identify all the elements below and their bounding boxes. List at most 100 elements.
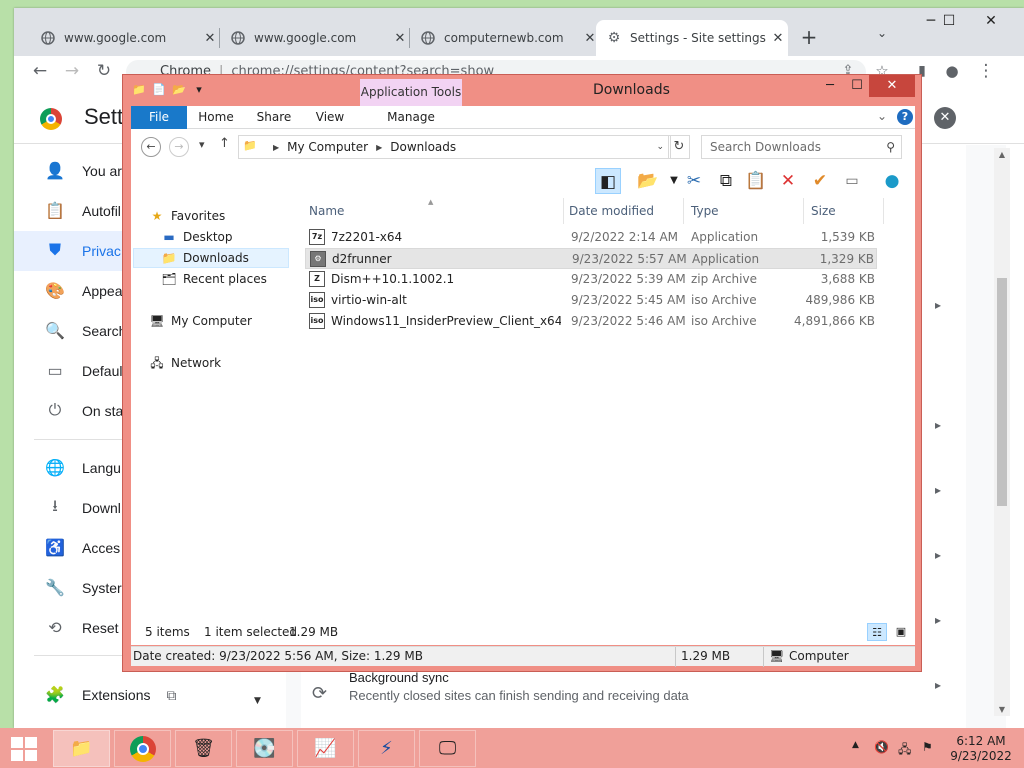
refresh-icon[interactable]: ↻ xyxy=(668,135,690,159)
maximize-icon[interactable]: ☐ xyxy=(849,75,865,97)
row-chevron-icon[interactable]: ▸ xyxy=(935,548,941,562)
back-icon[interactable]: ← xyxy=(141,137,161,157)
chevron-right-icon[interactable]: ▶ xyxy=(376,143,382,152)
browser-tab-settings[interactable]: ⚙ Settings - Site settings ✕ xyxy=(596,20,788,56)
file-explorer-taskbar-icon[interactable]: 📁 xyxy=(53,730,110,767)
column-header-name[interactable]: Name xyxy=(309,204,344,218)
copy-icon[interactable]: ⧉ xyxy=(713,168,739,194)
new-folder-icon[interactable]: 📂 xyxy=(171,82,187,98)
tab-manage[interactable]: Manage xyxy=(379,106,443,129)
nav-desktop[interactable]: ▬ Desktop xyxy=(161,227,321,247)
chrome-taskbar-icon[interactable] xyxy=(114,730,171,767)
breadcrumb-my-computer[interactable]: My Computer xyxy=(287,140,368,154)
nav-network[interactable]: 🖧 Network xyxy=(149,353,309,373)
show-hidden-icons-icon[interactable]: ▲ xyxy=(852,740,859,750)
address-bar[interactable]: 📁 ▶ My Computer ▶ Downloads ⌄ xyxy=(238,135,671,159)
scrollbar-thumb[interactable] xyxy=(997,278,1007,506)
menu-icon[interactable]: ⋮ xyxy=(974,60,998,82)
column-header-date[interactable]: Date modified xyxy=(569,204,654,218)
nav-downloads[interactable]: 📁 Downloads xyxy=(133,248,289,268)
details-view-icon[interactable]: ☷ xyxy=(867,623,887,641)
minimize-icon[interactable]: ─ xyxy=(823,75,837,97)
row-chevron-icon[interactable]: ▸ xyxy=(935,613,941,627)
nav-recent-places[interactable]: 🗂 Recent places xyxy=(161,269,321,289)
up-icon[interactable]: ↑ xyxy=(219,136,230,151)
disk-utility-taskbar-icon[interactable]: 💽 xyxy=(236,730,293,767)
internet-icon[interactable]: ● xyxy=(879,168,905,194)
column-divider[interactable] xyxy=(683,198,684,224)
file-row[interactable]: iso virtio-win-alt 9/23/2022 5:45 AM iso… xyxy=(305,290,877,311)
forward-icon[interactable]: → xyxy=(169,137,189,157)
checkmark-icon[interactable]: ✔ xyxy=(807,168,833,194)
close-tab-icon[interactable]: ✕ xyxy=(390,31,410,46)
tab-share[interactable]: Share xyxy=(253,106,295,129)
close-tab-icon[interactable]: ✕ xyxy=(768,31,788,46)
chevron-right-icon[interactable]: ▶ xyxy=(273,143,279,152)
start-button[interactable] xyxy=(9,736,39,762)
scroll-up-icon[interactable]: ▲ xyxy=(994,150,1010,159)
clear-search-icon[interactable]: ✕ xyxy=(934,107,956,129)
settings-scrollbar[interactable]: ▲ ▼ xyxy=(994,148,1010,716)
customize-qat-icon[interactable]: ▾ xyxy=(191,82,207,98)
chevron-down-icon[interactable]: ⌄ xyxy=(656,142,664,152)
file-row[interactable]: iso Windows11_InsiderPreview_Client_x64_… xyxy=(305,311,877,332)
column-divider[interactable] xyxy=(883,198,884,224)
new-tab-button[interactable]: + xyxy=(797,26,821,50)
delete-icon[interactable]: ✕ xyxy=(775,168,801,194)
large-icons-view-icon[interactable]: ▣ xyxy=(891,623,911,641)
close-icon[interactable]: ✕ xyxy=(869,75,915,97)
column-header-size[interactable]: Size xyxy=(811,204,836,218)
performance-monitor-taskbar-icon[interactable]: 📈 xyxy=(297,730,354,767)
help-icon[interactable]: ? xyxy=(897,109,913,125)
file-row[interactable]: Z Dism++10.1.1002.1 9/23/2022 5:39 AM zi… xyxy=(305,269,877,290)
action-center-icon[interactable]: ⚑ xyxy=(922,740,933,754)
search-input[interactable]: Search Downloads ⚲ xyxy=(701,135,902,159)
breadcrumb-downloads[interactable]: Downloads xyxy=(390,140,456,154)
paste-icon[interactable]: 📋 xyxy=(743,168,769,194)
volume-muted-icon[interactable]: 🔇 xyxy=(874,740,889,754)
browser-tab-3[interactable]: computernewb.com ✕ xyxy=(410,20,600,56)
sidebar-item-extensions[interactable]: 🧩 Extensions ⧉ xyxy=(14,675,274,715)
recycle-bin-taskbar-icon[interactable]: 🗑 xyxy=(175,730,232,767)
remote-desktop-taskbar-icon[interactable]: 🖵 xyxy=(419,730,476,767)
maximize-icon[interactable]: ☐ xyxy=(934,10,964,32)
powershell-taskbar-icon[interactable]: ⚡ xyxy=(358,730,415,767)
folder-options-icon[interactable]: 📂 xyxy=(635,168,661,194)
back-icon[interactable]: ← xyxy=(28,60,52,82)
row-chevron-icon[interactable]: ▸ xyxy=(935,678,941,692)
row-chevron-icon[interactable]: ▸ xyxy=(935,298,941,312)
properties-icon[interactable]: 📄 xyxy=(151,82,167,98)
tab-file[interactable]: File xyxy=(131,106,187,129)
sidebar-scroll-down-icon[interactable]: ▼ xyxy=(254,696,261,706)
column-divider[interactable] xyxy=(563,198,564,224)
tab-home[interactable]: Home xyxy=(195,106,237,129)
column-header-type[interactable]: Type xyxy=(691,204,719,218)
nav-my-computer[interactable]: 🖥 My Computer xyxy=(149,311,309,331)
network-tray-icon[interactable]: 🖧 xyxy=(898,740,911,761)
cut-icon[interactable]: ✂ xyxy=(681,168,707,194)
file-row[interactable]: 7z 7z2201-x64 9/2/2022 2:14 AM Applicati… xyxy=(305,227,877,248)
explorer-titlebar[interactable]: Downloads xyxy=(123,75,921,105)
preview-pane-icon[interactable]: ◧ xyxy=(595,168,621,194)
forward-icon[interactable]: → xyxy=(60,60,84,82)
tab-search-icon[interactable]: ⌄ xyxy=(877,26,887,40)
profile-icon[interactable]: ● xyxy=(940,60,964,82)
nav-favorites[interactable]: ★ Favorites xyxy=(149,206,309,226)
reload-icon[interactable]: ↻ xyxy=(92,60,116,82)
browser-tab-1[interactable]: www.google.com ✕ xyxy=(30,20,220,56)
column-divider[interactable] xyxy=(803,198,804,224)
recent-locations-icon[interactable]: ▾ xyxy=(199,138,205,151)
scroll-down-icon[interactable]: ▼ xyxy=(994,705,1010,714)
close-tab-icon[interactable]: ✕ xyxy=(200,31,220,46)
file-row-selected[interactable]: ⚙ d2frunner 9/23/2022 5:57 AM Applicatio… xyxy=(305,248,877,269)
rename-icon[interactable]: ▭ xyxy=(839,168,865,194)
tab-view[interactable]: View xyxy=(309,106,351,129)
sidebar-item-label: Privac xyxy=(82,243,121,259)
system-clock[interactable]: 6:12 AM 9/23/2022 xyxy=(948,734,1014,764)
windows-logo-icon xyxy=(11,737,23,748)
close-icon[interactable]: ✕ xyxy=(976,10,1006,32)
row-chevron-icon[interactable]: ▸ xyxy=(935,418,941,432)
browser-tab-2[interactable]: www.google.com ✕ xyxy=(220,20,410,56)
row-chevron-icon[interactable]: ▸ xyxy=(935,483,941,497)
expand-ribbon-icon[interactable]: ⌄ xyxy=(877,109,887,123)
